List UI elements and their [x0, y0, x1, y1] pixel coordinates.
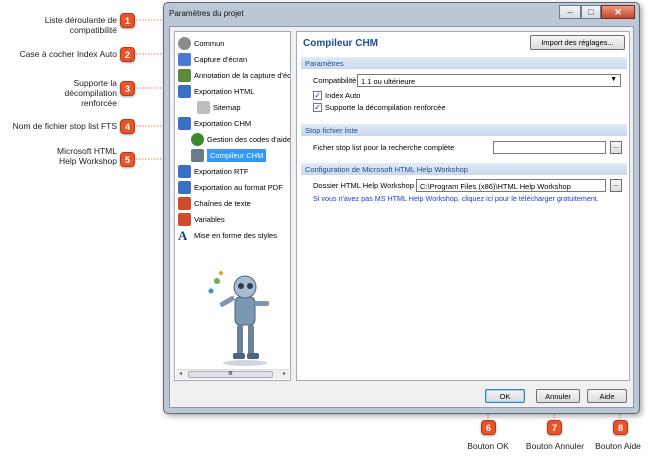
- settings-tree: Commun Capture d'écran Annotation de la …: [174, 31, 291, 381]
- ok-button[interactable]: OK: [485, 389, 525, 403]
- gear-icon: [178, 36, 191, 50]
- tree-item-text-strings[interactable]: Chaînes de texte: [178, 195, 251, 211]
- callout-badge-5: 5: [120, 152, 135, 167]
- callout-label-2: Case à cocher Index Auto: [19, 49, 117, 59]
- callout-label-1: Liste déroulante de compatibilité: [44, 15, 117, 35]
- variables-icon: [178, 212, 191, 226]
- tree-item-sitemap[interactable]: Sitemap: [197, 99, 241, 115]
- dialog-client: Commun Capture d'écran Annotation de la …: [169, 26, 634, 408]
- sitemap-icon: [197, 100, 210, 114]
- chevron-down-icon: ▼: [610, 76, 617, 83]
- callout-badge-3: 3: [120, 81, 135, 96]
- scroll-left-icon[interactable]: ◂: [176, 370, 185, 379]
- tree-item-html-export[interactable]: Exportation HTML: [178, 83, 254, 99]
- cancel-button[interactable]: Annuler: [536, 389, 580, 403]
- id-icon: [191, 132, 204, 146]
- scroll-thumb[interactable]: III: [188, 371, 273, 378]
- section-header-stoplist: Stop fichier liste: [301, 124, 627, 136]
- workshop-browse-button[interactable]: ...: [610, 179, 622, 192]
- callout-label-7: Bouton Annuler: [525, 441, 585, 451]
- pdf-icon: [178, 180, 191, 194]
- html-icon: [178, 84, 191, 98]
- callout-badge-6: 6: [481, 420, 496, 435]
- tree-item-capture[interactable]: Capture d'écran: [178, 51, 247, 67]
- index-auto-checkbox[interactable]: ✓ Index Auto: [313, 91, 360, 100]
- settings-panel: Compileur CHM Import des réglages... Par…: [296, 31, 630, 381]
- compiler-icon: [191, 148, 204, 162]
- robot-mascot-illustration: [208, 271, 269, 366]
- index-auto-label: Index Auto: [325, 91, 361, 100]
- section-header-workshop: Configuration de Microsoft HTML Help Wor…: [301, 163, 627, 175]
- checkbox-checked-icon: ✓: [313, 91, 322, 100]
- stoplist-browse-button[interactable]: ...: [610, 141, 622, 154]
- tree-horizontal-scrollbar[interactable]: ◂ III ▸: [176, 369, 289, 379]
- styles-icon: A: [178, 227, 188, 243]
- minimize-button[interactable]: –: [559, 5, 581, 19]
- tree-item-styles[interactable]: A Mise en forme des styles: [178, 227, 277, 243]
- stoplist-file-input[interactable]: [493, 141, 606, 154]
- annotation-icon: [178, 68, 191, 82]
- download-workshop-link[interactable]: Si vous n'avez pas MS HTML Help Workshop…: [313, 194, 625, 203]
- callout-label-5: Microsoft HTML Help Workshop: [57, 146, 117, 166]
- decompile-checkbox[interactable]: ✓ Supporte la décompilation renforcée: [313, 103, 446, 112]
- stoplist-label: Ficher stop list pour la recherche compl…: [313, 143, 455, 152]
- tree-item-chm-compiler[interactable]: Compileur CHM: [191, 147, 267, 163]
- section-header-parameters: Paramètres: [301, 57, 627, 69]
- callout-label-8: Bouton Aide: [595, 441, 641, 451]
- callout-badge-1: 1: [120, 13, 135, 28]
- tree-item-pdf-export[interactable]: Exportation au format PDF: [178, 179, 283, 195]
- screenshot-icon: [178, 52, 191, 66]
- callout-label-4: Nom de fichier stop list FTS: [12, 121, 117, 131]
- import-settings-button[interactable]: Import des réglages...: [530, 35, 625, 50]
- tree-item-commun[interactable]: Commun: [178, 35, 224, 51]
- workshop-label: Dossier HTML Help Workshop: [313, 181, 414, 190]
- callout-badge-4: 4: [120, 119, 135, 134]
- tree-item-chm-export[interactable]: Exportation CHM: [178, 115, 251, 131]
- scroll-right-icon[interactable]: ▸: [280, 370, 289, 379]
- tree-item-rtf-export[interactable]: Exportation RTF: [178, 163, 248, 179]
- compat-value: 1.1 ou ultérieure: [361, 77, 416, 86]
- checkbox-checked-icon: ✓: [313, 103, 322, 112]
- rtf-icon: [178, 164, 191, 178]
- workshop-folder-input[interactable]: C:\Program Files (x86)\HTML Help Worksho…: [416, 179, 606, 192]
- compat-dropdown[interactable]: 1.1 ou ultérieure ▼: [357, 74, 621, 87]
- project-settings-window: Paramètres du projet – □ ✕ Commun Captur…: [163, 2, 640, 414]
- page-title: Compileur CHM: [303, 38, 378, 49]
- callout-label-3: Supporte la décompilation renforcée: [64, 78, 117, 108]
- decompile-label: Supporte la décompilation renforcée: [325, 103, 446, 112]
- callout-badge-2: 2: [120, 47, 135, 62]
- tree-item-annotation[interactable]: Annotation de la capture d'écr: [178, 67, 290, 83]
- callout-label-6: Bouton OK: [467, 441, 509, 451]
- tree-item-help-codes[interactable]: Gestion des codes d'aide: [191, 131, 290, 147]
- callout-badge-8: 8: [613, 420, 628, 435]
- help-button[interactable]: Aide: [587, 389, 627, 403]
- tree-item-variables[interactable]: Variables: [178, 211, 225, 227]
- compat-label: Compatibilité: [313, 76, 357, 85]
- callout-badge-7: 7: [547, 420, 562, 435]
- maximize-button[interactable]: □: [581, 5, 601, 19]
- strings-icon: [178, 196, 191, 210]
- chm-icon: [178, 116, 191, 130]
- close-button[interactable]: ✕: [601, 5, 635, 19]
